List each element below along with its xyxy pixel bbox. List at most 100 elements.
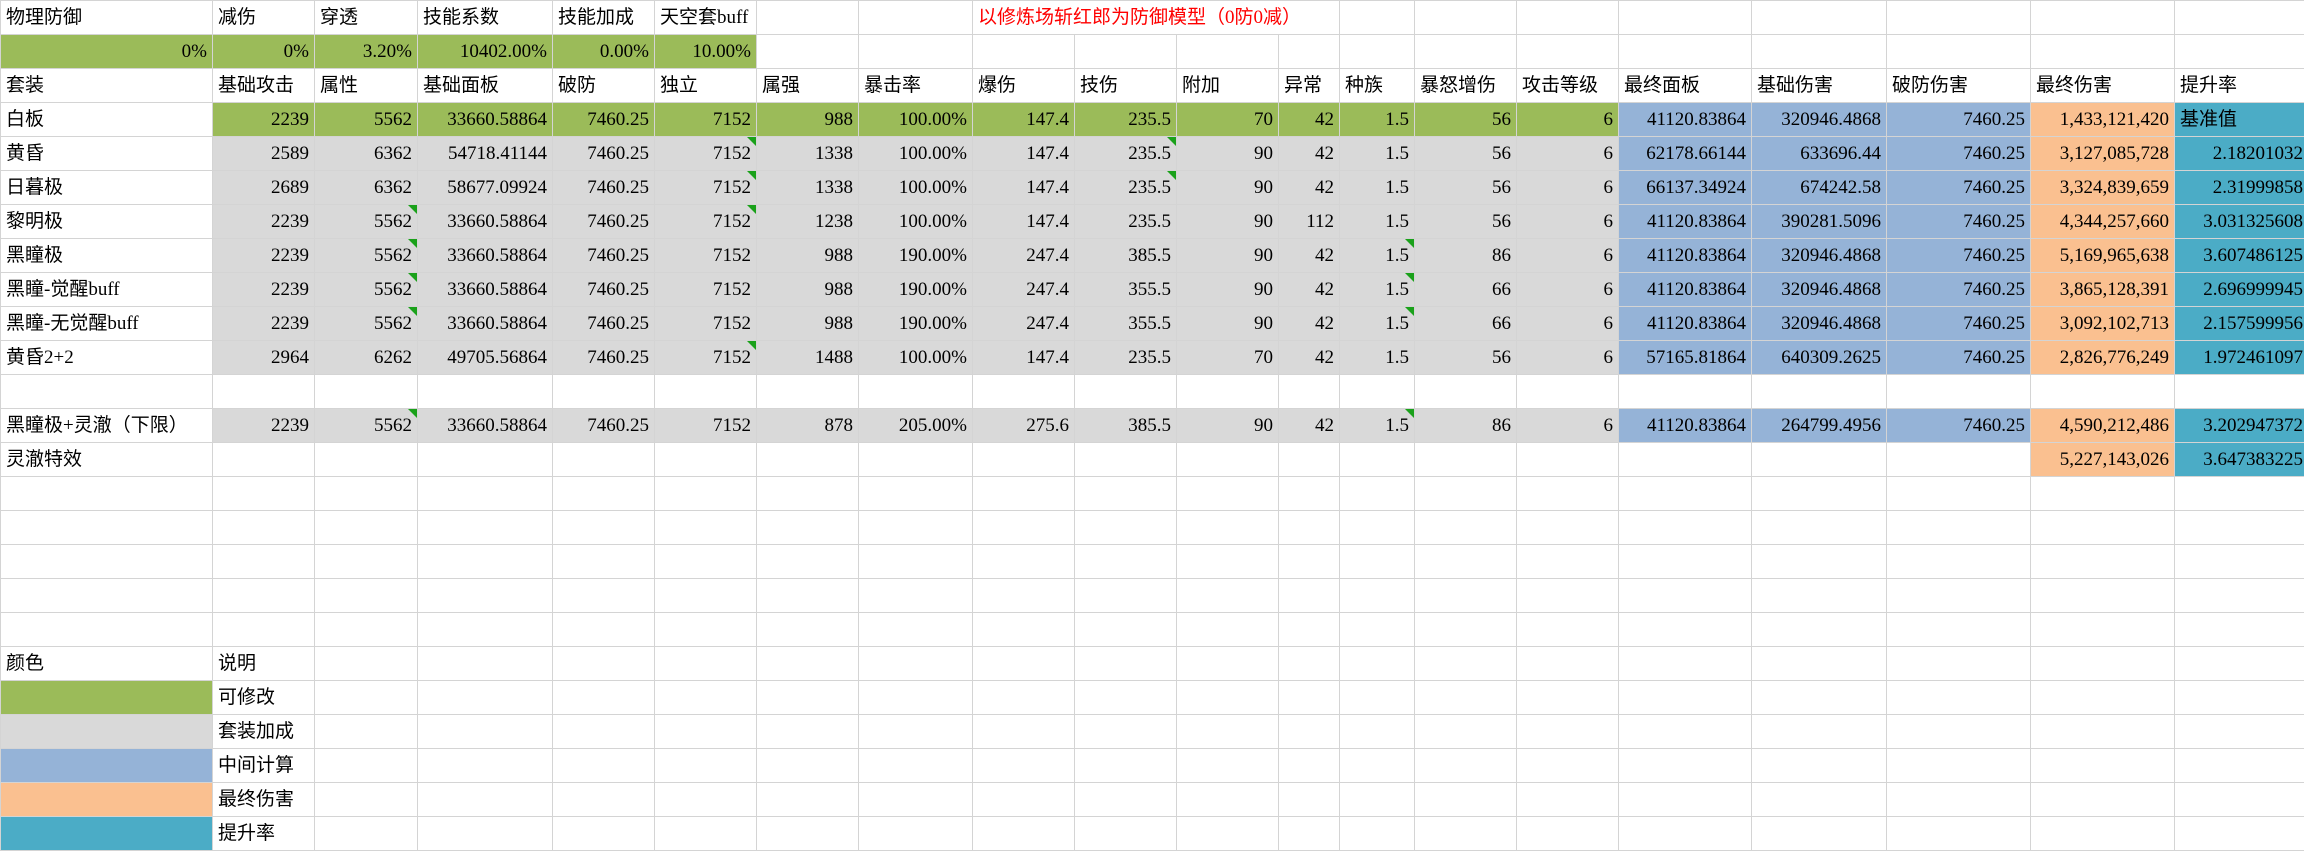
sheet-cell[interactable]: [1176, 442, 1279, 477]
sheet-cell[interactable]: 1.5: [1339, 238, 1416, 273]
sheet-cell[interactable]: [1751, 510, 1888, 545]
sheet-cell[interactable]: 7460.25: [1886, 204, 2032, 239]
sheet-cell[interactable]: [972, 646, 1075, 681]
sheet-cell[interactable]: 147.4: [972, 102, 1075, 137]
sheet-cell[interactable]: 7152: [654, 272, 757, 307]
sheet-cell[interactable]: [552, 510, 655, 545]
sheet-cell[interactable]: 穿透: [314, 0, 418, 35]
sheet-cell[interactable]: [1414, 0, 1518, 35]
sheet-cell[interactable]: [1277, 646, 1341, 681]
sheet-cell[interactable]: [417, 510, 553, 545]
sheet-cell[interactable]: [972, 442, 1075, 477]
sheet-cell[interactable]: 1.5: [1339, 306, 1416, 341]
sheet-cell[interactable]: 天空套buff: [654, 0, 757, 35]
sheet-cell[interactable]: 54718.41144: [417, 136, 553, 171]
sheet-cell[interactable]: [1414, 476, 1518, 511]
sheet-cell[interactable]: [1516, 578, 1620, 613]
sheet-cell[interactable]: [1176, 612, 1279, 647]
sheet-cell[interactable]: 基础伤害: [1751, 68, 1888, 103]
sheet-cell[interactable]: [1339, 0, 1416, 35]
sheet-cell[interactable]: 中间计算: [212, 748, 315, 783]
sheet-cell[interactable]: 2239: [212, 102, 315, 137]
sheet-cell[interactable]: [1751, 782, 1888, 817]
sheet-cell[interactable]: [1751, 442, 1888, 477]
sheet-cell[interactable]: [1414, 816, 1518, 851]
sheet-cell[interactable]: [1516, 0, 1620, 35]
sheet-cell[interactable]: 247.4: [972, 272, 1075, 307]
sheet-cell[interactable]: 100.00%: [858, 102, 973, 137]
sheet-cell[interactable]: [756, 544, 859, 579]
sheet-cell[interactable]: [0, 374, 213, 409]
sheet-cell[interactable]: [1618, 34, 1753, 69]
sheet-cell[interactable]: 7152: [654, 306, 757, 341]
sheet-cell[interactable]: [654, 646, 757, 681]
sheet-cell[interactable]: 2.157599956: [2174, 306, 2304, 341]
sheet-cell[interactable]: 1.5: [1339, 204, 1416, 239]
sheet-cell[interactable]: [1176, 374, 1279, 409]
sheet-cell[interactable]: [1751, 578, 1888, 613]
sheet-cell[interactable]: 破防: [552, 68, 655, 103]
sheet-cell[interactable]: 275.6: [972, 408, 1075, 443]
sheet-cell[interactable]: 674242.58: [1751, 170, 1888, 205]
sheet-cell[interactable]: [756, 714, 859, 749]
sheet-cell[interactable]: 62178.66144: [1618, 136, 1753, 171]
sheet-cell[interactable]: 42: [1277, 408, 1341, 443]
sheet-cell[interactable]: 7460.25: [1886, 340, 2032, 375]
sheet-cell[interactable]: 7460.25: [552, 238, 655, 273]
sheet-cell[interactable]: [1339, 714, 1416, 749]
sheet-cell[interactable]: [2174, 510, 2304, 545]
sheet-cell[interactable]: [417, 680, 553, 715]
sheet-cell[interactable]: 7460.25: [552, 204, 655, 239]
sheet-cell[interactable]: 58677.09924: [417, 170, 553, 205]
sheet-cell[interactable]: [1516, 782, 1620, 817]
sheet-cell[interactable]: [1516, 612, 1620, 647]
sheet-cell[interactable]: 90: [1176, 238, 1279, 273]
sheet-cell[interactable]: 黄昏: [0, 136, 213, 171]
sheet-cell[interactable]: 1.5: [1339, 102, 1416, 137]
sheet-cell[interactable]: [1074, 646, 1177, 681]
sheet-cell[interactable]: 385.5: [1074, 238, 1177, 273]
sheet-cell[interactable]: 235.5: [1074, 204, 1177, 239]
sheet-cell[interactable]: [1886, 782, 2032, 817]
sheet-cell[interactable]: 56: [1414, 102, 1518, 137]
sheet-cell[interactable]: [654, 510, 757, 545]
sheet-cell[interactable]: 6: [1516, 306, 1620, 341]
sheet-cell[interactable]: [0, 782, 213, 817]
sheet-cell[interactable]: 1,433,121,420: [2030, 102, 2176, 137]
sheet-cell[interactable]: 66: [1414, 272, 1518, 307]
sheet-cell[interactable]: [2174, 544, 2304, 579]
sheet-cell[interactable]: 41120.83864: [1618, 306, 1753, 341]
sheet-cell[interactable]: 2689: [212, 170, 315, 205]
sheet-cell[interactable]: [1618, 0, 1753, 35]
sheet-cell[interactable]: 最终伤害: [2030, 68, 2176, 103]
sheet-cell[interactable]: [2030, 714, 2176, 749]
sheet-cell[interactable]: [972, 680, 1075, 715]
sheet-cell[interactable]: [1339, 816, 1416, 851]
sheet-cell[interactable]: 7152: [654, 102, 757, 137]
sheet-cell[interactable]: [2174, 680, 2304, 715]
sheet-cell[interactable]: 技能加成: [552, 0, 655, 35]
sheet-cell[interactable]: 7460.25: [552, 136, 655, 171]
sheet-cell[interactable]: [756, 374, 859, 409]
sheet-cell[interactable]: [1516, 476, 1620, 511]
sheet-cell[interactable]: [1277, 510, 1341, 545]
sheet-cell[interactable]: 黎明极: [0, 204, 213, 239]
sheet-cell[interactable]: [972, 816, 1075, 851]
sheet-cell[interactable]: [314, 748, 418, 783]
sheet-cell[interactable]: [1339, 374, 1416, 409]
sheet-cell[interactable]: 7460.25: [1886, 306, 2032, 341]
sheet-cell[interactable]: 5562: [314, 408, 418, 443]
sheet-cell[interactable]: [2174, 714, 2304, 749]
sheet-cell[interactable]: 355.5: [1074, 306, 1177, 341]
sheet-cell[interactable]: [417, 578, 553, 613]
sheet-cell[interactable]: [1176, 578, 1279, 613]
sheet-cell[interactable]: 附加: [1176, 68, 1279, 103]
sheet-cell[interactable]: 90: [1176, 170, 1279, 205]
sheet-cell[interactable]: 0.00%: [552, 34, 655, 69]
sheet-cell[interactable]: [1414, 374, 1518, 409]
sheet-cell[interactable]: [1516, 544, 1620, 579]
sheet-cell[interactable]: [1277, 612, 1341, 647]
sheet-cell[interactable]: 70: [1176, 340, 1279, 375]
sheet-cell[interactable]: [1414, 646, 1518, 681]
sheet-cell[interactable]: [1277, 34, 1341, 69]
